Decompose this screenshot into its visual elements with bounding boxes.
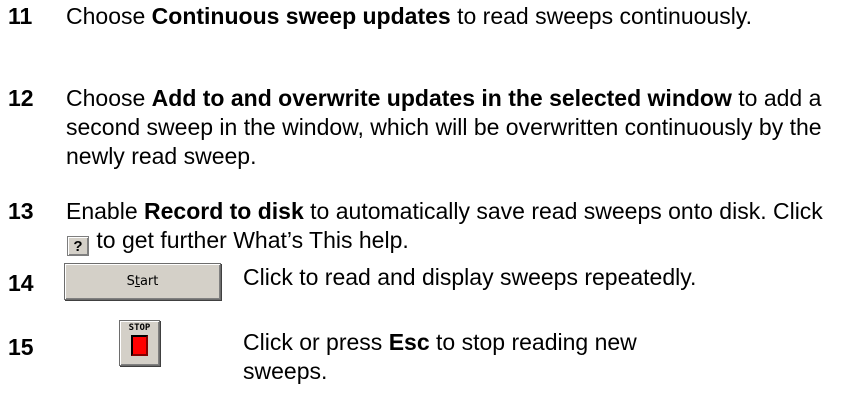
step-text-post: to automatically save read sweeps onto d… (303, 198, 823, 224)
step-text-pre: Choose (66, 3, 152, 29)
step-text-pre: Choose (66, 85, 152, 111)
start-label-post: art (139, 274, 159, 289)
step-text: Enable Record to disk to automatically s… (66, 197, 850, 256)
stop-icon (131, 335, 148, 356)
start-label-pre: S (126, 274, 135, 289)
step-number: 13 (8, 198, 34, 224)
option-continuous-sweep-updates: Continuous sweep updates (151, 3, 451, 29)
step-text: Click to read and display sweeps repeate… (243, 264, 697, 290)
key-esc: Esc (388, 329, 430, 355)
step-text-pre: Enable (66, 198, 145, 224)
option-add-to-and-overwrite: Add to and overwrite updates in the sele… (151, 85, 732, 111)
step-number: 11 (8, 3, 33, 29)
start-button[interactable]: Start (64, 263, 221, 300)
step-text: Choose Continuous sweep updates to read … (66, 2, 850, 31)
step-text: Click or press Esc to stop reading new s… (243, 328, 676, 386)
step-number: 15 (8, 334, 34, 360)
question-mark-icon[interactable]: ? (67, 236, 89, 256)
step-text: Choose Add to and overwrite updates in t… (66, 84, 850, 171)
step-text-pre: Click or press (243, 329, 389, 355)
step-text-post2: to get further What’s This help. (90, 227, 409, 253)
step-number: 12 (8, 85, 34, 111)
stop-label: STOP (128, 323, 151, 333)
stop-button[interactable]: STOP (119, 320, 160, 366)
step-number: 14 (8, 270, 34, 296)
option-record-to-disk: Record to disk (144, 198, 304, 224)
step-text-post: to read sweeps continuously. (450, 3, 753, 29)
